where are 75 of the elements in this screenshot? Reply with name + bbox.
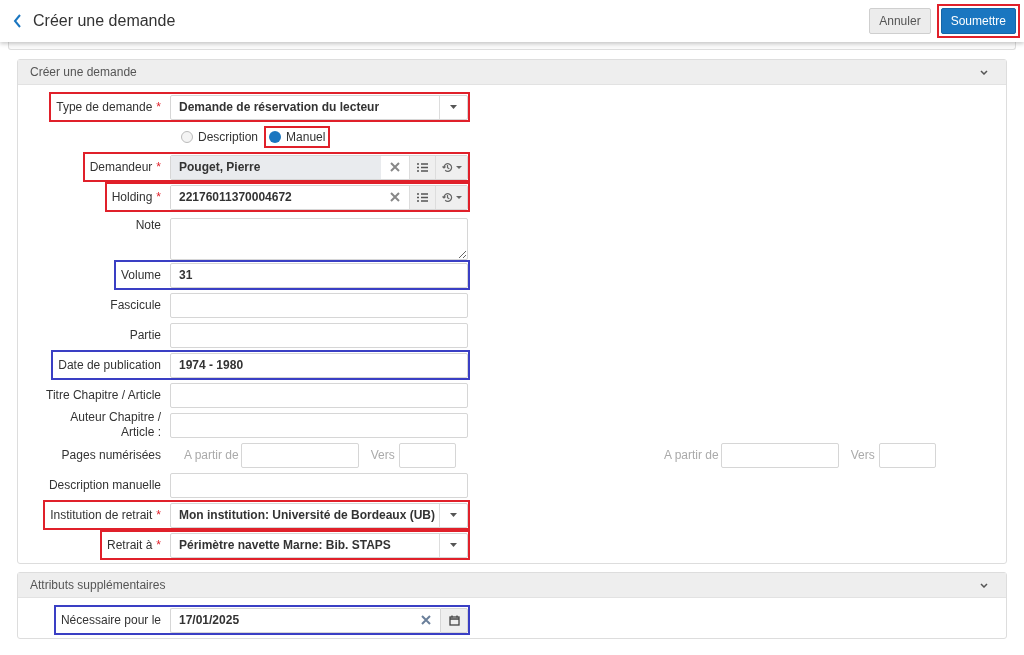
range-label: Vers (850, 447, 875, 464)
input-field[interactable] (878, 442, 936, 468)
select-value: Périmètre navette Marne: Bib. STAPS (178, 537, 392, 554)
required-mark: * (156, 507, 161, 524)
history-icon (441, 191, 453, 203)
input-field[interactable] (720, 442, 839, 468)
field-label: Nécessaire pour le (60, 612, 161, 628)
input-field[interactable]: 1974 - 1980 (170, 352, 468, 378)
field-label: Description manuelle (48, 477, 161, 493)
input-field[interactable] (170, 412, 468, 438)
select-value: Demande de réservation du lecteur (178, 99, 381, 116)
section-header[interactable]: Attributs supplémentaires (18, 573, 1006, 598)
page-title: Créer une demande (33, 11, 176, 31)
chevron-down-icon (980, 582, 988, 588)
cancel-button[interactable]: Annuler (869, 8, 931, 34)
select-field[interactable]: Demande de réservation du lecteur (170, 94, 468, 120)
range-label: Vers (370, 447, 395, 464)
radio-option[interactable]: Description (181, 128, 259, 146)
calendar-button[interactable] (440, 607, 468, 633)
field-label: Titre Chapitre / Article (46, 387, 161, 403)
field-label: Pages numérisées (61, 447, 161, 463)
range-label: A partir de (184, 447, 239, 464)
submit-button[interactable]: Soumettre (940, 8, 1016, 34)
section-title: Attributs supplémentaires (30, 577, 167, 594)
input-field[interactable] (170, 382, 468, 408)
clear-button[interactable] (412, 607, 440, 633)
caret-icon (455, 165, 462, 169)
field-label: Institution de retrait (50, 507, 153, 523)
lookup-field[interactable]: 22176011370004672 (170, 184, 468, 210)
close-icon (390, 162, 400, 172)
section-header[interactable]: Créer une demande (18, 60, 1006, 85)
input-field[interactable] (240, 442, 359, 468)
field-label: Partie (129, 327, 161, 343)
field-label: Volume (120, 267, 161, 283)
radio-option[interactable]: Manuel (269, 128, 326, 146)
chevron-down-icon (980, 69, 988, 75)
calendar-icon (448, 614, 460, 626)
list-icon (417, 192, 428, 202)
close-icon (421, 615, 431, 625)
list-icon (417, 162, 428, 172)
history-button[interactable] (435, 185, 467, 209)
list-button[interactable] (409, 155, 435, 179)
range-label: A partir de (664, 447, 719, 464)
select-field[interactable]: Périmètre navette Marne: Bib. STAPS (170, 532, 468, 558)
field-label: Type de demande (56, 99, 153, 115)
history-button[interactable] (435, 155, 467, 179)
field-label: Retrait à (106, 537, 153, 553)
required-mark: * (156, 537, 161, 554)
lookup-field[interactable]: Pouget, Pierre (170, 154, 468, 180)
field-label: Note (135, 218, 161, 233)
field-label: Date de publication (58, 357, 161, 373)
caret-icon (455, 195, 462, 199)
required-mark: * (156, 189, 161, 206)
date-field[interactable]: 17/01/2025 (170, 607, 412, 633)
field-label: Holding (111, 189, 153, 205)
required-mark: * (156, 159, 161, 176)
input-field[interactable] (398, 442, 456, 468)
input-field[interactable]: 31 (170, 262, 468, 288)
input-field[interactable] (170, 292, 468, 318)
select-value: Mon institution: Université de Bordeaux (UB) (178, 507, 436, 524)
input-field[interactable] (170, 472, 468, 498)
section-title: Créer une demande (30, 64, 138, 81)
caret-icon (450, 513, 457, 517)
input-field[interactable] (170, 322, 468, 348)
required-mark: * (156, 99, 161, 116)
select-field[interactable]: Mon institution: Université de Bordeaux (UB) (170, 502, 468, 528)
field-label: Fascicule (110, 297, 161, 313)
field-label: Demandeur (89, 159, 153, 175)
close-icon (390, 192, 400, 202)
caret-icon (450, 105, 457, 109)
list-button[interactable] (409, 185, 435, 209)
history-icon (441, 161, 453, 173)
field-label: Auteur Chapitre / Article : (69, 410, 161, 440)
caret-icon (450, 543, 457, 547)
chevron-left-icon (12, 14, 22, 28)
